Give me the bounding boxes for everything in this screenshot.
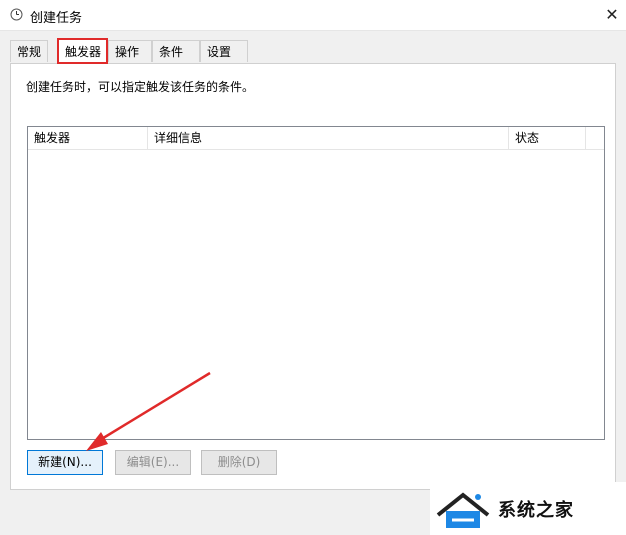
title-bar: 创建任务 ✕ bbox=[0, 0, 626, 31]
tab-settings[interactable]: 设置 bbox=[200, 40, 248, 62]
tab-conditions[interactable]: 条件 bbox=[152, 40, 200, 62]
list-header: 触发器 详细信息 状态 bbox=[28, 127, 604, 150]
tab-label: 操作 bbox=[115, 45, 140, 59]
tab-triggers[interactable]: 触发器 bbox=[57, 38, 108, 64]
watermark-text: 系统之家 bbox=[498, 499, 574, 521]
triggers-tab-page: 创建任务时，可以指定触发该任务的条件。 触发器 详细信息 状态 新建(N)...… bbox=[10, 63, 616, 490]
column-header-trigger[interactable]: 触发器 bbox=[28, 127, 148, 149]
column-header-details[interactable]: 详细信息 bbox=[148, 127, 509, 149]
clock-icon bbox=[10, 8, 23, 21]
new-trigger-button[interactable]: 新建(N)... bbox=[27, 450, 103, 475]
close-button[interactable]: ✕ bbox=[602, 4, 622, 24]
tab-label: 触发器 bbox=[65, 45, 102, 59]
delete-trigger-button[interactable]: 删除(D) bbox=[201, 450, 277, 475]
watermark-logo: 系统之家 bbox=[430, 482, 626, 535]
triggers-list[interactable]: 触发器 详细信息 状态 bbox=[27, 126, 605, 440]
close-icon: ✕ bbox=[605, 4, 619, 24]
create-task-window: 创建任务 ✕ 常规 触发器 操作 条件 设置 创建任务时，可以指定触发该任务的条… bbox=[0, 0, 626, 535]
tab-actions[interactable]: 操作 bbox=[108, 40, 152, 62]
tab-label: 设置 bbox=[207, 45, 232, 59]
house-logo-icon bbox=[436, 491, 490, 528]
column-header-status[interactable]: 状态 bbox=[509, 127, 586, 149]
triggers-description: 创建任务时，可以指定触发该任务的条件。 bbox=[26, 80, 255, 94]
tab-general[interactable]: 常规 bbox=[10, 40, 48, 62]
edit-trigger-button[interactable]: 编辑(E)... bbox=[115, 450, 191, 475]
tab-label: 常规 bbox=[17, 45, 42, 59]
tab-label: 条件 bbox=[159, 45, 184, 59]
window-title: 创建任务 bbox=[30, 11, 83, 26]
